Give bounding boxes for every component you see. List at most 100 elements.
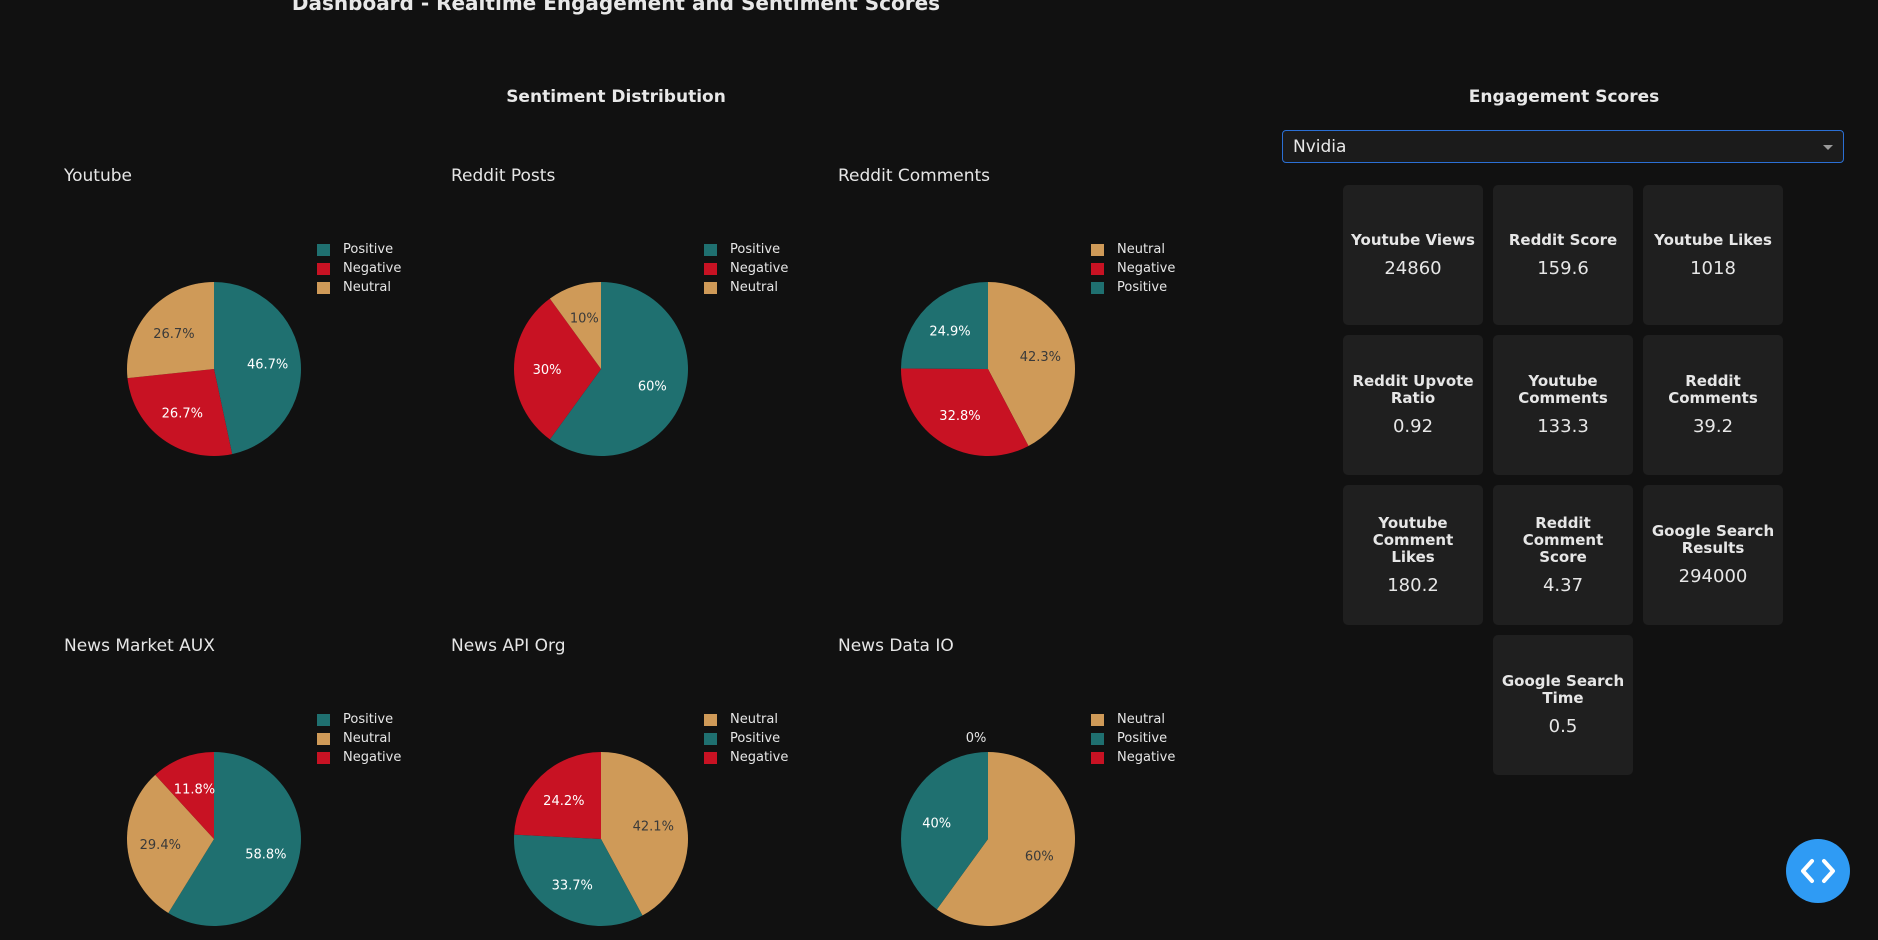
pie-data-label: 60%: [638, 380, 667, 395]
pie-data-label: 24.2%: [543, 794, 584, 809]
pie-data-label: 60%: [1025, 850, 1054, 865]
metric-value: 159.6: [1537, 257, 1589, 279]
pie-data-label: 33.7%: [552, 879, 593, 894]
legend-item-neutral[interactable]: Neutral: [1091, 710, 1175, 729]
metric-value: 0.5: [1548, 716, 1578, 737]
metric-label: Reddit Score: [1508, 230, 1618, 249]
pie-chart: 46.7% 26.7% 26.7%: [127, 282, 302, 456]
metric-label: Google Search Results: [1651, 522, 1775, 557]
metric-label: Reddit Upvote Ratio: [1352, 372, 1474, 407]
pie-data-label: 40%: [922, 816, 951, 831]
pie-data-label: 0%: [966, 731, 987, 746]
pie-data-label: 58.8%: [245, 848, 286, 863]
metric-card-youtube-views: Youtube Views 24860: [1343, 185, 1483, 325]
metric-label: Youtube Likes: [1654, 230, 1772, 249]
metric-card-reddit-upvote-ratio: Reddit Upvote Ratio 0.92: [1343, 335, 1483, 475]
metric-label: Google Search Time: [1501, 672, 1625, 707]
company-dropdown[interactable]: Nvidia: [1282, 130, 1844, 163]
metric-value: 39.2: [1692, 416, 1734, 437]
metric-card-google-search-time: Google Search Time 0.5: [1493, 635, 1633, 775]
legend-label: Positive: [1117, 280, 1168, 295]
pie-chart: 42.3% 32.8% 24.9%: [901, 282, 1075, 456]
pie-chart: 42.1% 33.7% 24.2%: [514, 752, 688, 926]
legend-label: Neutral: [343, 731, 391, 746]
pie-panel-reddit-comments: Reddit Comments 42.3% 32.8% 24.9% Neutral Neg…: [774, 0, 1175, 470]
legend-swatch: [317, 262, 330, 275]
pie-legend: Neutral Positive Negative: [1091, 710, 1175, 767]
engagement-cards: Youtube Views 24860 Reddit Score 159.6 Youtu…: [1343, 185, 1785, 775]
engagement-section-title: Engagement Scores: [1468, 87, 1660, 107]
legend-label: Positive: [730, 731, 781, 746]
pie-data-label: 26.7%: [153, 327, 194, 342]
legend-label: Positive: [730, 242, 781, 257]
legend-swatch: [1091, 751, 1104, 764]
legend-label: Neutral: [730, 712, 778, 727]
legend-item-positive[interactable]: Positive: [1091, 278, 1175, 297]
pie-data-label: 30%: [533, 363, 562, 378]
pie-panel-youtube: Youtube 46.7% 26.7% 26.7% Positive Negative Ne…: [0, 0, 401, 470]
pie-data-label: 26.7%: [162, 407, 203, 422]
pie-data-label: 46.7%: [247, 357, 288, 372]
legend-label: Neutral: [343, 280, 391, 295]
dropdown-selected-value: Nvidia: [1293, 136, 1347, 157]
legend-swatch: [317, 243, 330, 256]
metric-value: 1018: [1690, 257, 1736, 279]
legend-label: Neutral: [730, 280, 778, 295]
legend-label: Negative: [1117, 261, 1176, 276]
legend-swatch: [704, 751, 717, 764]
legend-item-negative[interactable]: Negative: [1091, 259, 1175, 278]
legend-item-positive[interactable]: Positive: [1091, 729, 1175, 748]
pie-data-label: 32.8%: [939, 409, 980, 424]
chevron-down-icon[interactable]: [1823, 145, 1833, 150]
metric-value: 294000: [1678, 566, 1748, 587]
legend-swatch: [704, 262, 717, 275]
legend-swatch: [317, 281, 330, 294]
legend-swatch: [317, 732, 330, 745]
metric-card-google-search-results: Google Search Results 294000: [1643, 485, 1783, 625]
metric-label: Youtube Comments: [1518, 372, 1608, 407]
metric-card-reddit-comments: Reddit Comments 39.2: [1643, 335, 1783, 475]
metric-value: 0.92: [1392, 416, 1434, 437]
legend-swatch: [1091, 281, 1104, 294]
metric-value: 133.3: [1537, 416, 1589, 437]
metric-label: Youtube Comment Likes: [1372, 513, 1454, 566]
legend-swatch: [1091, 262, 1104, 275]
pie-data-label: 10%: [570, 312, 599, 327]
legend-label: Neutral: [1117, 712, 1165, 727]
pie-panel-news-api-org: News API Org 42.1% 33.7% 24.2% Neutral Positi…: [387, 470, 788, 940]
legend-item-neutral[interactable]: Neutral: [1091, 240, 1175, 259]
metric-label: Youtube Views: [1351, 230, 1475, 249]
legend-item-negative[interactable]: Negative: [1091, 748, 1175, 767]
metric-card-youtube-comment-likes: Youtube Comment Likes 180.2: [1343, 485, 1483, 625]
legend-swatch: [1091, 713, 1104, 726]
legend-swatch: [317, 751, 330, 764]
legend-swatch: [1091, 243, 1104, 256]
legend-swatch: [317, 713, 330, 726]
pie-chart: 60% 40% 0%: [901, 731, 1075, 926]
legend-label: Negative: [1117, 750, 1176, 765]
pie-data-label: 42.1%: [633, 820, 674, 835]
legend-swatch: [1091, 732, 1104, 745]
legend-label: Positive: [343, 242, 394, 257]
metric-value: 180.2: [1387, 574, 1439, 596]
metric-value: 4.37: [1542, 574, 1584, 596]
code-toggle-button[interactable]: [1786, 839, 1850, 903]
pie-chart: 60% 30% 10%: [514, 282, 688, 456]
pie-data-label: 29.4%: [140, 838, 181, 853]
pie-legend: Neutral Negative Positive: [1091, 240, 1175, 297]
pie-data-label: 42.3%: [1020, 350, 1061, 365]
legend-label: Neutral: [1117, 242, 1165, 257]
metric-value: 24860: [1384, 257, 1442, 279]
pie-panel-news-data-io: News Data IO 60% 40% 0% Neutral Positive Negat…: [774, 470, 1175, 940]
metric-card-reddit-score: Reddit Score 159.6: [1493, 185, 1633, 325]
pie-panel-news-market-aux: News Market AUX 58.8% 29.4% 11.8% Positive Ne…: [0, 470, 401, 940]
legend-swatch: [704, 732, 717, 745]
metric-card-reddit-comment-score: Reddit Comment Score 4.37: [1493, 485, 1633, 625]
metric-label: Reddit Comments: [1668, 372, 1758, 407]
metric-card-youtube-likes: Youtube Likes 1018: [1643, 185, 1783, 325]
pie-panel-reddit-posts: Reddit Posts 60% 30% 10% Positive Negative Neu…: [387, 0, 788, 470]
metric-label: Reddit Comment Score: [1522, 513, 1604, 566]
legend-swatch: [704, 281, 717, 294]
legend-swatch: [704, 243, 717, 256]
code-icon: [1801, 859, 1835, 883]
